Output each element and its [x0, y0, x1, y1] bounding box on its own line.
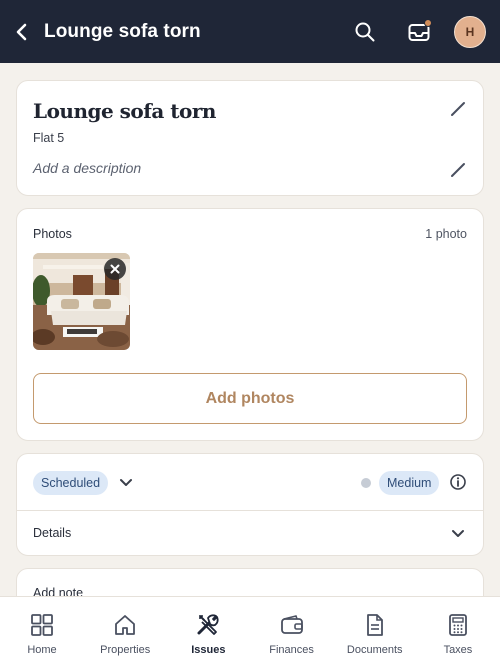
- priority-info-button[interactable]: [449, 473, 467, 491]
- photos-count: 1 photo: [425, 227, 467, 241]
- nav-item-issues[interactable]: Issues: [174, 597, 242, 667]
- edit-title-button[interactable]: [447, 98, 469, 120]
- nav-item-finances[interactable]: Finances: [258, 597, 326, 667]
- nav-label-issues: Issues: [191, 644, 226, 656]
- back-button[interactable]: [12, 20, 32, 44]
- status-badge[interactable]: Scheduled: [33, 471, 109, 495]
- photos-card: Photos 1 photo Add photos: [16, 208, 484, 441]
- nav-item-taxes[interactable]: Taxes: [424, 597, 492, 667]
- photo-thumbnail[interactable]: [33, 253, 130, 350]
- chevron-down-icon: [452, 530, 464, 537]
- issue-summary-card: Lounge sofa torn Flat 5 Add a descriptio…: [16, 80, 484, 196]
- priority-indicator-dot: [361, 478, 371, 488]
- chevron-down-icon: [120, 479, 132, 486]
- top-app-bar: Lounge sofa torn H: [0, 0, 500, 63]
- status-dropdown-button[interactable]: [117, 473, 135, 491]
- chevron-left-icon: [16, 23, 27, 40]
- nav-item-home[interactable]: Home: [8, 597, 76, 667]
- remove-photo-button[interactable]: [104, 258, 126, 280]
- nav-label-documents: Documents: [346, 644, 403, 656]
- bottom-navigation: Home Properties Issues Finances Document…: [0, 596, 500, 667]
- house-icon: [112, 612, 138, 638]
- nav-label-home: Home: [27, 644, 57, 656]
- add-photos-button[interactable]: Add photos: [33, 373, 467, 424]
- details-expander[interactable]: Details: [17, 511, 483, 557]
- edit-description-button[interactable]: [447, 159, 469, 181]
- info-icon: [450, 474, 466, 490]
- search-button[interactable]: [352, 19, 378, 45]
- details-label: Details: [33, 526, 72, 540]
- nav-label-finances: Finances: [269, 644, 314, 656]
- nav-item-properties[interactable]: Properties: [91, 597, 159, 667]
- page-title: Lounge sofa torn: [44, 20, 201, 42]
- details-chevron: [449, 524, 467, 542]
- nav-label-properties: Properties: [100, 644, 151, 656]
- document-icon: [362, 612, 388, 638]
- tools-icon: [195, 612, 221, 638]
- status-row: Scheduled Medium: [17, 454, 483, 511]
- close-icon: [110, 264, 120, 274]
- nav-label-taxes: Taxes: [443, 644, 473, 656]
- wallet-icon: [279, 612, 305, 638]
- issue-title: Lounge sofa torn: [33, 99, 216, 123]
- calculator-icon: [445, 612, 471, 638]
- priority-badge[interactable]: Medium: [379, 471, 440, 495]
- avatar[interactable]: H: [454, 15, 486, 48]
- pencil-icon: [451, 102, 465, 116]
- pencil-icon: [451, 163, 465, 177]
- issue-property: Flat 5: [33, 131, 65, 145]
- photos-label: Photos: [33, 227, 72, 241]
- description-field[interactable]: Add a description: [33, 160, 141, 176]
- grid-icon: [29, 612, 55, 638]
- search-icon: [355, 22, 375, 41]
- notification-dot: [424, 18, 432, 27]
- nav-item-documents[interactable]: Documents: [341, 597, 409, 667]
- status-card: Scheduled Medium Details: [16, 453, 484, 556]
- inbox-button[interactable]: [406, 18, 432, 45]
